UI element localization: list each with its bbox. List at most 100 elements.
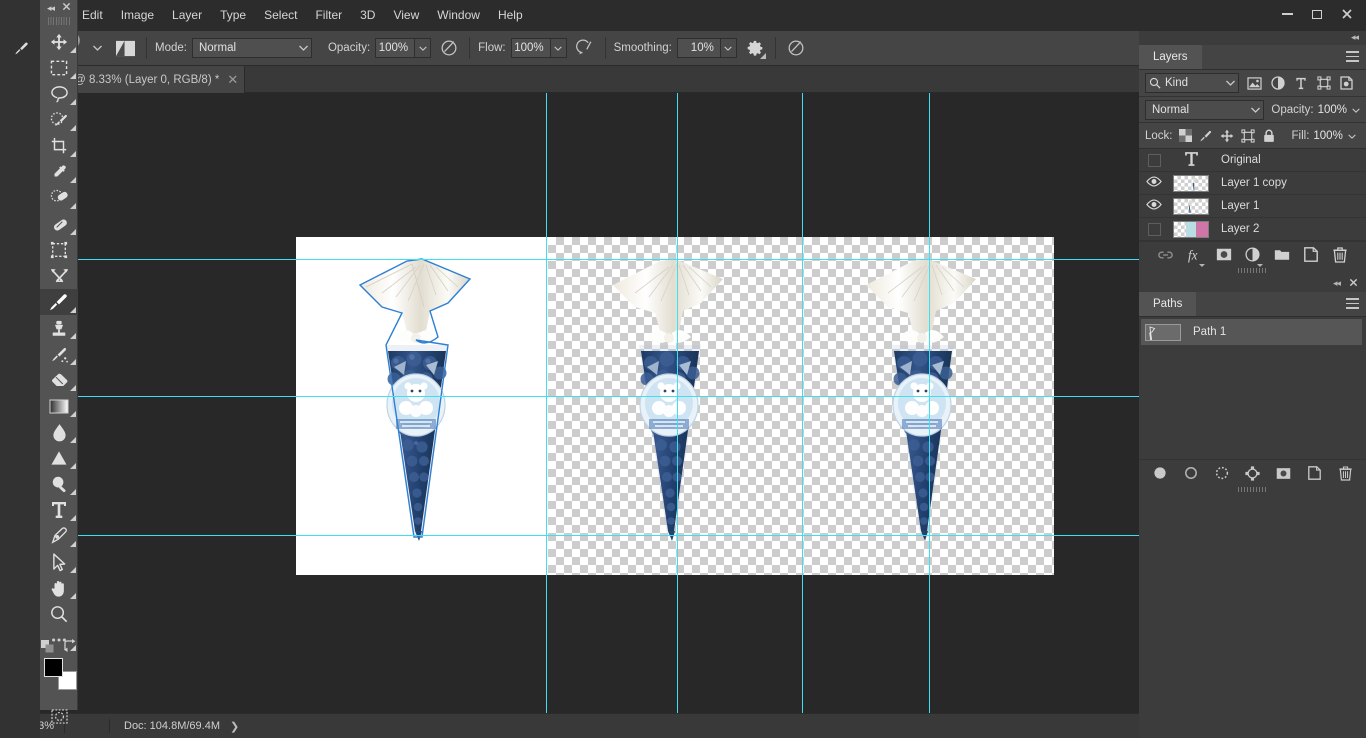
quick-mask-icon[interactable] xyxy=(40,703,78,729)
layer-filter-kind-select[interactable]: Kind xyxy=(1145,73,1239,93)
collapse-arrows-icon[interactable]: ◂◂ xyxy=(47,3,55,14)
clone-stamp-tool[interactable] xyxy=(40,315,78,341)
tools-panel-grip[interactable] xyxy=(47,17,70,25)
close-icon[interactable] xyxy=(1332,2,1362,26)
default-colors-icon[interactable] xyxy=(41,640,54,656)
menu-type[interactable]: Type xyxy=(211,0,255,31)
lock-all-icon[interactable] xyxy=(1259,126,1280,146)
pen-tool[interactable] xyxy=(40,523,78,549)
new-layer-icon[interactable] xyxy=(1297,243,1324,267)
dodge-tool[interactable] xyxy=(40,445,78,471)
brush-preset-picker-icon[interactable] xyxy=(112,36,138,60)
lock-transparent-pixels-icon[interactable] xyxy=(1175,126,1196,146)
content-aware-move-tool[interactable] xyxy=(40,263,78,289)
delete-layer-icon[interactable] xyxy=(1326,243,1353,267)
move-tool[interactable] xyxy=(40,29,78,55)
menu-view[interactable]: View xyxy=(384,0,428,31)
add-layer-mask-icon[interactable] xyxy=(1210,243,1237,267)
zoom-tool[interactable] xyxy=(40,601,78,627)
type-tool[interactable] xyxy=(40,497,78,523)
add-mask-icon[interactable] xyxy=(1273,462,1294,484)
pressure-opacity-icon[interactable] xyxy=(437,36,461,60)
rectangular-marquee-tool[interactable] xyxy=(40,55,78,81)
lasso-tool[interactable] xyxy=(40,81,78,107)
crop-tool[interactable] xyxy=(40,133,78,159)
quick-selection-tool[interactable] xyxy=(40,107,78,133)
layer-style-fx-icon[interactable]: fx xyxy=(1181,243,1208,267)
layer-opacity-value[interactable]: 100% xyxy=(1318,104,1347,116)
switch-colors-icon[interactable] xyxy=(63,639,76,655)
tab-layers[interactable]: Layers xyxy=(1139,45,1202,69)
menu-filter[interactable]: Filter xyxy=(306,0,351,31)
gradient-tool[interactable] xyxy=(40,393,78,419)
minimize-icon[interactable] xyxy=(1272,2,1302,26)
stroke-path-icon[interactable] xyxy=(1180,462,1201,484)
pressure-size-icon[interactable] xyxy=(784,36,808,60)
guide-horizontal-2[interactable] xyxy=(0,396,1139,397)
load-selection-icon[interactable] xyxy=(1211,462,1232,484)
table-row[interactable]: Layer 1 copy xyxy=(1139,172,1366,195)
tab-paths[interactable]: Paths xyxy=(1139,292,1197,316)
make-work-path-icon[interactable] xyxy=(1242,462,1263,484)
new-group-icon[interactable] xyxy=(1268,243,1295,267)
close-icon[interactable]: ✕ xyxy=(227,73,238,86)
layer-blend-mode-select[interactable]: Normal xyxy=(1145,99,1265,120)
opacity-input[interactable]: 100% xyxy=(375,38,416,58)
layer-visibility-toggle[interactable] xyxy=(1139,172,1169,195)
blend-mode-select[interactable]: Normal xyxy=(191,38,312,58)
guide-vertical-1[interactable] xyxy=(546,93,547,713)
new-path-icon[interactable] xyxy=(1304,462,1325,484)
guide-vertical-4[interactable] xyxy=(929,93,930,713)
table-row[interactable]: Original xyxy=(1139,149,1366,172)
table-row[interactable]: Layer 2 xyxy=(1139,218,1366,241)
menu-select[interactable]: Select xyxy=(255,0,306,31)
flow-chevron-down-icon[interactable] xyxy=(550,38,567,58)
history-brush-tool[interactable] xyxy=(40,341,78,367)
brush-tool[interactable] xyxy=(40,289,78,315)
canvas-area[interactable] xyxy=(0,93,1139,713)
panel-resize-grip[interactable] xyxy=(1139,267,1366,274)
menu-window[interactable]: Window xyxy=(428,0,489,31)
guide-horizontal-1[interactable] xyxy=(0,259,1139,260)
close-icon[interactable] xyxy=(62,2,71,14)
fill-chevron-down-icon[interactable] xyxy=(1348,130,1356,142)
panel-menu-icon[interactable] xyxy=(1346,51,1359,65)
guide-vertical-3[interactable] xyxy=(802,93,803,713)
fill-value[interactable]: 100% xyxy=(1313,130,1342,142)
brush-tool-icon[interactable] xyxy=(10,36,32,60)
collapse-arrows-icon[interactable]: ◂◂ xyxy=(1333,278,1341,289)
patch-tool[interactable] xyxy=(40,211,78,237)
guide-vertical-2[interactable] xyxy=(677,93,678,713)
smoothing-chevron-down-icon[interactable] xyxy=(720,38,737,58)
menu-edit[interactable]: Edit xyxy=(73,0,112,31)
close-icon[interactable] xyxy=(1349,278,1358,290)
opacity-chevron-down-icon[interactable] xyxy=(415,38,432,58)
brush-picker-chevron-down-icon[interactable] xyxy=(90,45,104,51)
gear-icon[interactable] xyxy=(743,36,767,60)
type-layer-filter-icon[interactable] xyxy=(1289,73,1312,93)
layer-opacity-chevron-down-icon[interactable] xyxy=(1352,104,1360,116)
layer-visibility-toggle[interactable] xyxy=(1139,195,1169,218)
eraser-tool[interactable] xyxy=(40,367,78,393)
layer-visibility-toggle[interactable] xyxy=(1139,149,1169,172)
link-layers-icon[interactable] xyxy=(1152,243,1179,267)
burn-tool[interactable] xyxy=(40,471,78,497)
list-item[interactable]: Path 1 xyxy=(1141,319,1362,345)
pixel-layer-filter-icon[interactable] xyxy=(1243,73,1266,93)
chevron-right-icon[interactable]: ❯ xyxy=(230,720,239,733)
shape-layer-filter-icon[interactable] xyxy=(1312,73,1335,93)
lock-artboard-nesting-icon[interactable] xyxy=(1238,126,1259,146)
collapse-arrows-icon[interactable]: ◂◂ xyxy=(1351,32,1359,43)
blur-tool[interactable] xyxy=(40,419,78,445)
guide-horizontal-3[interactable] xyxy=(0,535,1139,536)
smoothing-input[interactable]: 10% xyxy=(676,38,721,58)
menu-image[interactable]: Image xyxy=(112,0,163,31)
menu-layer[interactable]: Layer xyxy=(163,0,211,31)
frame-tool[interactable] xyxy=(40,237,78,263)
hand-tool[interactable] xyxy=(40,575,78,601)
path-selection-tool[interactable] xyxy=(40,549,78,575)
eyedropper-tool[interactable] xyxy=(40,159,78,185)
table-row[interactable]: Layer 1 xyxy=(1139,195,1366,218)
delete-path-icon[interactable] xyxy=(1335,462,1356,484)
lock-position-icon[interactable] xyxy=(1217,126,1238,146)
